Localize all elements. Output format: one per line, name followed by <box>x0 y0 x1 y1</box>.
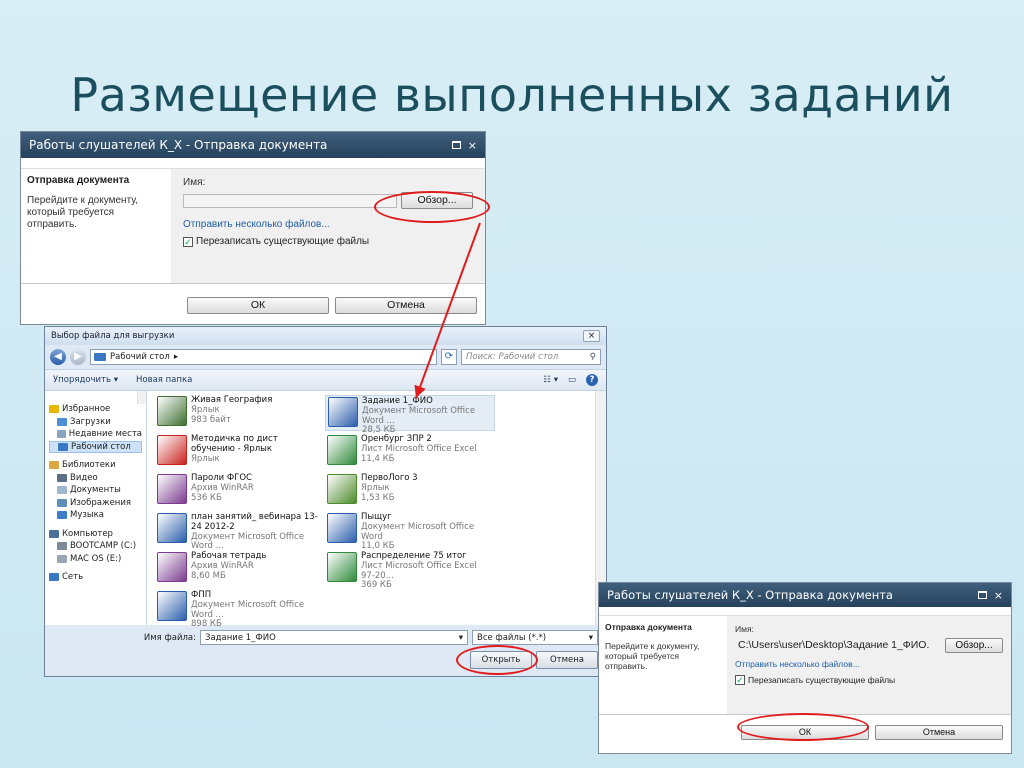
annotation-arrow <box>414 222 481 399</box>
